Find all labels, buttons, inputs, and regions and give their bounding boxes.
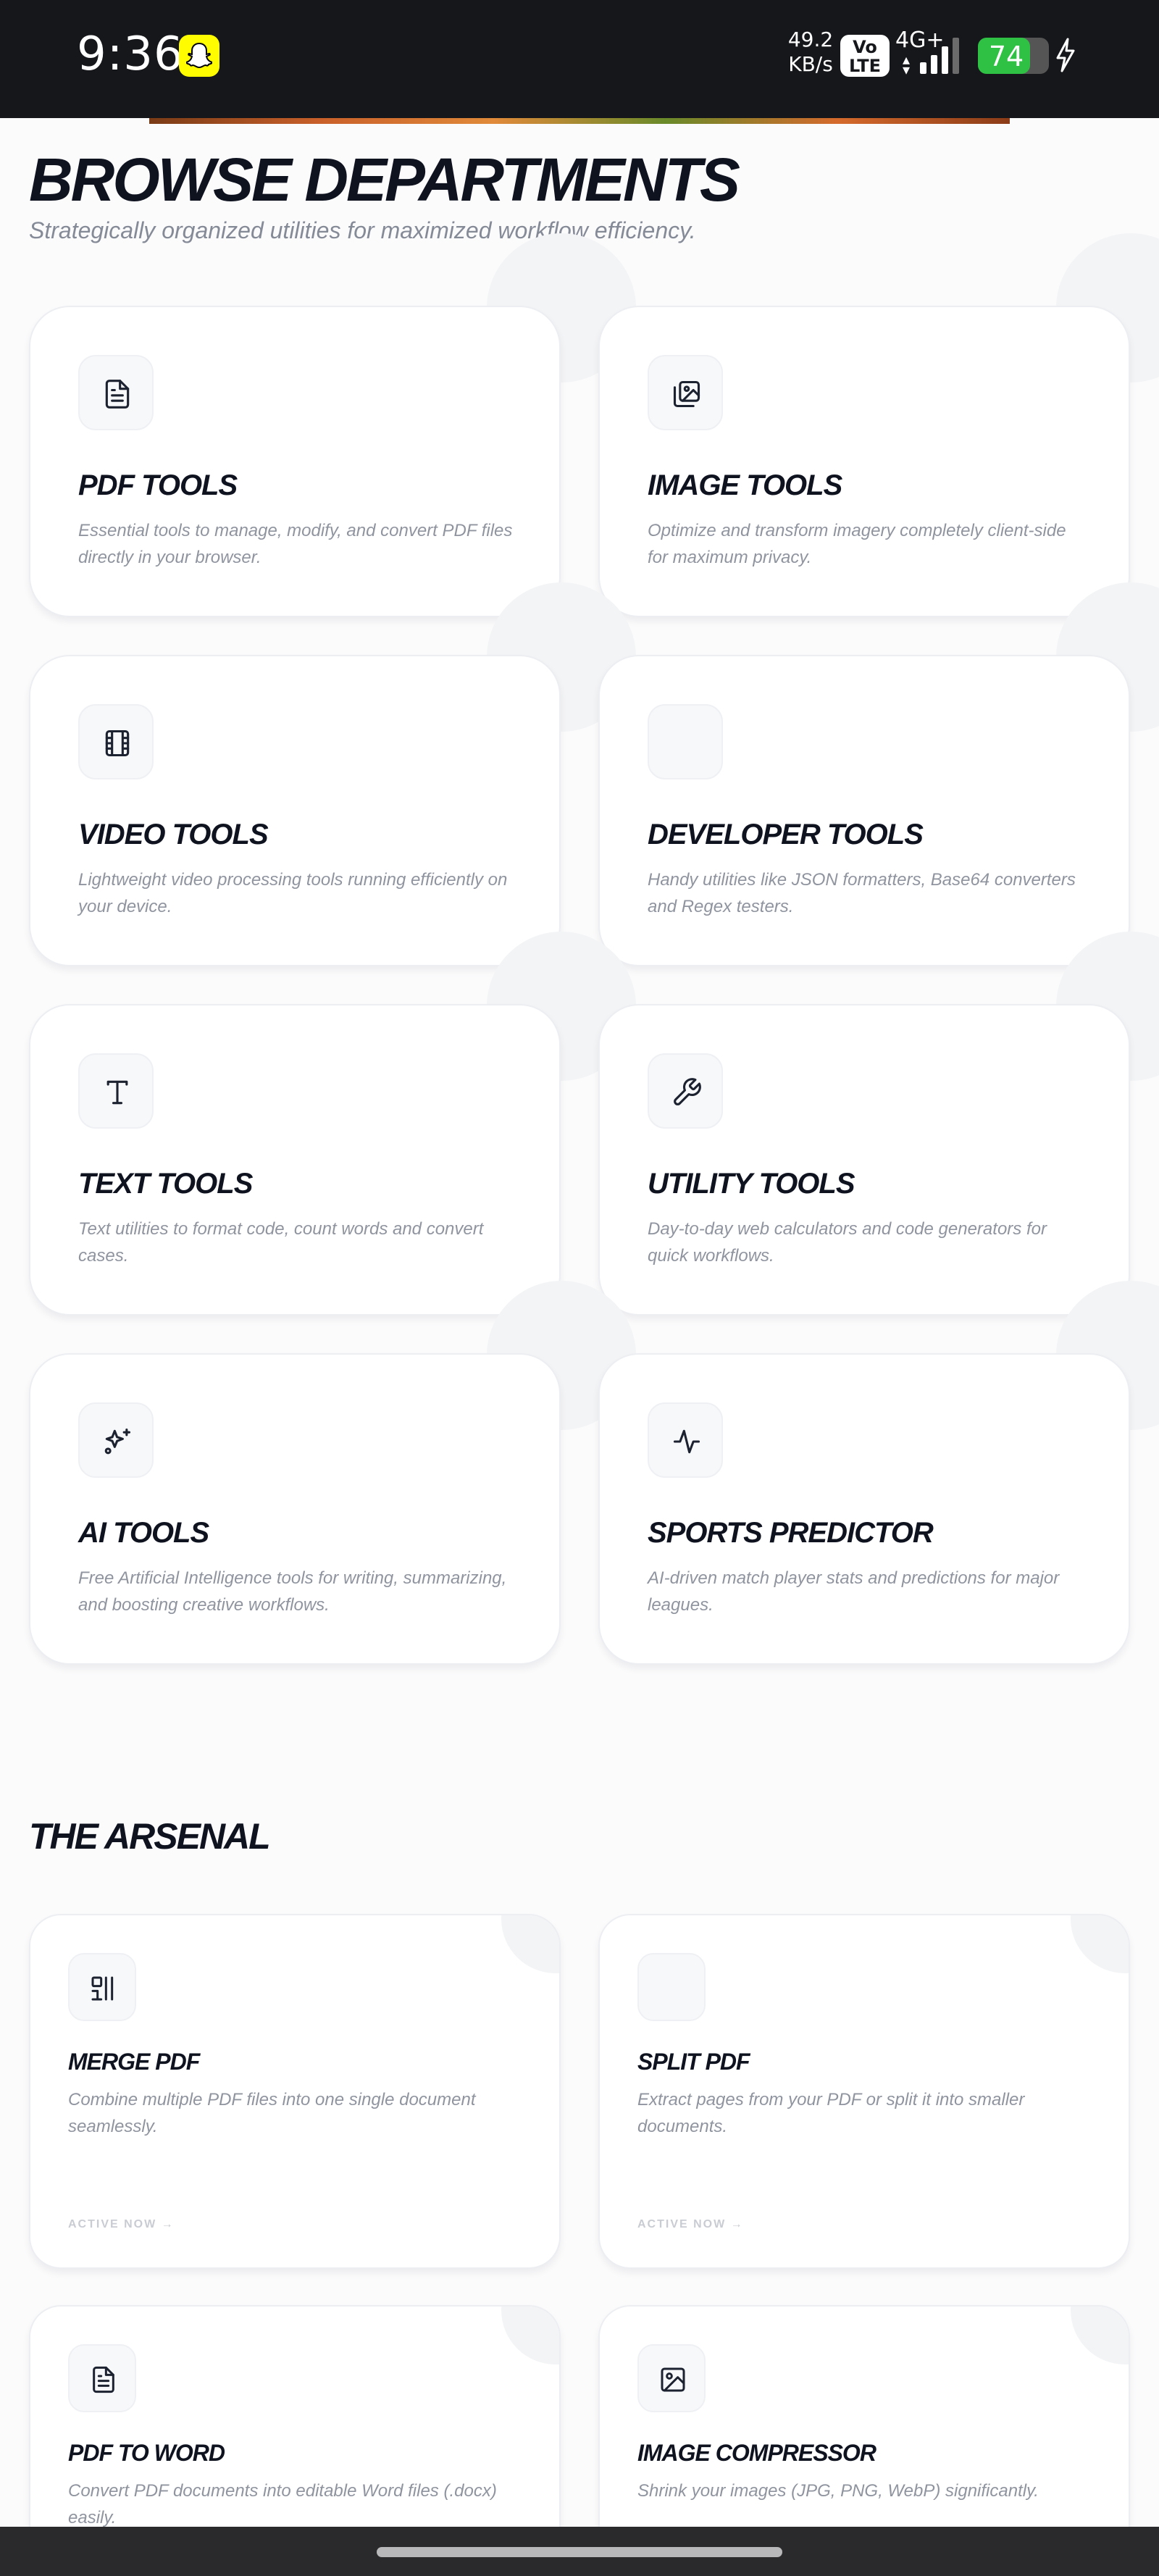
card-title: TEXT TOOLS	[78, 1168, 253, 1200]
active-now-link[interactable]: ACTIVE NOW →	[68, 2218, 175, 2231]
card-desc: Text utilities to format code, count wor…	[78, 1219, 484, 1266]
arsenal-title: THE ARSENAL	[29, 1816, 271, 1857]
hero-image-edge	[149, 118, 1010, 124]
network-speed-unit: KB/s	[788, 52, 833, 76]
sparkles-icon	[78, 1402, 154, 1478]
volte-badge: Vo LTE	[840, 35, 890, 77]
card-title: PDF TOOLS	[78, 469, 238, 501]
snapchat-notification-icon	[179, 35, 219, 77]
cta-label: ACTIVE NOW	[637, 2218, 727, 2230]
film-icon	[78, 704, 154, 779]
battery-icon: 74	[978, 38, 1049, 74]
arrow-right-icon: →	[161, 2218, 175, 2230]
charging-bolt-icon	[1056, 38, 1075, 72]
card-title: AI TOOLS	[78, 1517, 209, 1549]
department-card-image[interactable]: IMAGE TOOLS Optimize and transform image…	[598, 306, 1130, 617]
status-time: 9:36	[77, 28, 184, 81]
status-bar: 9:36 49.2 KB/s Vo LTE 4G+ ▴ ▾ 74	[0, 0, 1159, 118]
developer-icon	[648, 704, 723, 779]
card-title: VIDEO TOOLS	[78, 819, 269, 850]
department-card-utility[interactable]: UTILITY TOOLS Day-to-day web calculators…	[598, 1004, 1130, 1316]
card-desc: Optimize and transform imagery completel…	[648, 521, 1066, 567]
tool-title: MERGE PDF	[68, 2049, 200, 2075]
merge-icon	[68, 1953, 136, 2021]
department-card-developer[interactable]: DEVELOPER TOOLS Handy utilities like JSO…	[598, 655, 1130, 966]
activity-icon	[648, 1402, 723, 1478]
tool-title: IMAGE COMPRESSOR	[637, 2440, 876, 2466]
decor-circle	[1071, 2307, 1129, 2364]
document-icon	[68, 2344, 136, 2412]
tool-desc: Combine multiple PDF files into one sing…	[68, 2090, 476, 2136]
document-icon	[78, 355, 154, 430]
signal-icon	[920, 38, 959, 74]
decor-circle	[1071, 1915, 1129, 1973]
departments-title: BROWSE DEPARTMENTS	[29, 146, 740, 214]
card-desc: Essential tools to manage, modify, and c…	[78, 521, 513, 567]
volte-bottom: LTE	[848, 56, 882, 76]
tool-title: SPLIT PDF	[637, 2049, 750, 2075]
department-card-sports[interactable]: SPORTS PREDICTOR AI-driven match player …	[598, 1353, 1130, 1665]
arrow-right-icon: →	[730, 2218, 744, 2230]
volte-top: Vo	[853, 37, 877, 57]
network-speed-value: 49.2	[787, 28, 834, 51]
departments-subtitle: Strategically organized utilities for ma…	[29, 217, 696, 243]
home-gesture-handle[interactable]	[377, 2547, 782, 2557]
network-speed: 49.2 KB/s	[785, 28, 836, 77]
decor-circle	[501, 1915, 559, 1973]
tool-desc: Extract pages from your PDF or split it …	[637, 2090, 1025, 2136]
card-title: SPORTS PREDICTOR	[648, 1517, 934, 1549]
tool-desc: Shrink your images (JPG, PNG, WebP) sign…	[637, 2481, 1039, 2501]
tool-card-merge-pdf[interactable]: MERGE PDF Combine multiple PDF files int…	[29, 1914, 561, 2269]
card-desc: Day-to-day web calculators and code gene…	[648, 1219, 1047, 1266]
card-desc: Free Artificial Intelligence tools for w…	[78, 1568, 507, 1615]
card-title: DEVELOPER TOOLS	[648, 819, 924, 850]
images-icon	[648, 355, 723, 430]
wrench-icon	[648, 1053, 723, 1129]
image-icon	[637, 2344, 706, 2412]
text-icon	[78, 1053, 154, 1129]
department-card-text[interactable]: TEXT TOOLS Text utilities to format code…	[29, 1004, 561, 1316]
battery-level: 74	[988, 41, 1024, 72]
tool-card-split-pdf[interactable]: SPLIT PDF Extract pages from your PDF or…	[598, 1914, 1130, 2269]
data-arrows-icon: ▴ ▾	[903, 52, 911, 78]
card-desc: AI-driven match player stats and predict…	[648, 1568, 1060, 1615]
department-card-video[interactable]: VIDEO TOOLS Lightweight video processing…	[29, 655, 561, 966]
split-icon	[637, 1953, 706, 2021]
department-card-ai[interactable]: AI TOOLS Free Artificial Intelligence to…	[29, 1353, 561, 1665]
tool-desc: Convert PDF documents into editable Word…	[68, 2481, 497, 2527]
navigation-bar	[0, 2527, 1159, 2576]
department-card-pdf[interactable]: PDF TOOLS Essential tools to manage, mod…	[29, 306, 561, 617]
tool-title: PDF TO WORD	[68, 2440, 225, 2466]
card-title: UTILITY TOOLS	[648, 1168, 855, 1200]
card-desc: Lightweight video processing tools runni…	[78, 870, 508, 916]
active-now-link[interactable]: ACTIVE NOW →	[637, 2218, 744, 2231]
decor-circle	[501, 2307, 559, 2364]
cta-label: ACTIVE NOW	[68, 2218, 157, 2230]
card-desc: Handy utilities like JSON formatters, Ba…	[648, 870, 1076, 916]
card-title: IMAGE TOOLS	[648, 469, 842, 501]
